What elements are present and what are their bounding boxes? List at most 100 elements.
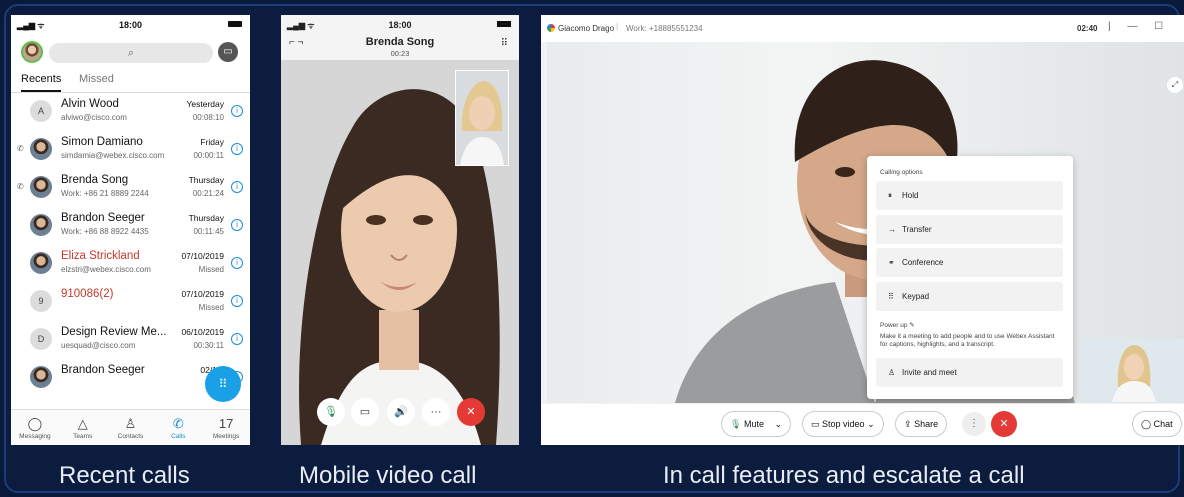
caller-name: Giacomo Drago [558,24,615,33]
call-list-item[interactable]: D Design Review Me... uesquad@cisco.com 06/… [11,321,250,359]
new-message-button[interactable]: ▭ [218,42,238,62]
caption-mobile-video-call: Mobile video call [299,462,477,489]
speaker-button[interactable]: 🔊 [387,398,415,426]
info-icon[interactable]: i [231,105,243,117]
avatar [30,176,52,198]
call-list-item[interactable]: Brandon Seeger Work: +86 88 8922 4435 Thur… [11,207,250,245]
tab-recents[interactable]: Recents [21,73,62,92]
my-avatar[interactable] [21,41,43,63]
call-date: 06/10/2019 [181,327,224,337]
keypad-icon: ⠿ [888,292,894,301]
info-icon[interactable]: i [231,181,243,193]
call-list-item[interactable]: ✆ Simon Damiano simdamia@webex.cisco.com Fr… [11,131,250,169]
stop-video-button[interactable]: ▭ Stop video ⌄ [802,411,884,437]
caption-recent-calls: Recent calls [59,462,190,489]
nav-item-calls[interactable]: ✆ Calls [154,410,202,445]
nav-label: Contacts [117,433,144,440]
nav-icon: 17 [218,416,234,431]
mute-label: Mute [743,419,764,429]
status-bar: ▂▄▆ ᯤ 18:00 [11,15,250,35]
more-options-button[interactable]: ⋮ [962,412,986,436]
info-icon[interactable]: i [231,257,243,269]
search-input[interactable]: ⌕ [49,43,213,63]
person-icon: ♙ [888,368,896,377]
avatar [30,214,52,236]
invite-and-meet-button[interactable]: ♙ Invite and meet [876,358,1063,387]
recents-screen: ▂▄▆ ᯤ 18:00 ⌕ ▭ Recents Missed A Alvin Wo… [11,15,250,445]
chat-button[interactable]: ◯ Chat [1132,411,1182,437]
divider: | [616,22,619,31]
nav-label: Messaging [19,433,51,440]
mute-button[interactable]: 🎙 Mute ⌄ [721,411,792,437]
contact-name: Brenda Song [61,174,129,186]
tab-missed[interactable]: Missed [79,73,114,85]
call-duration: 00:00:11 [193,151,224,160]
mute-button[interactable]: 🎙 [317,398,345,426]
nav-icon: ✆ [172,416,184,431]
nav-item-teams[interactable]: △ Teams [59,410,107,445]
call-indicator-icon: ✆ [17,144,24,153]
nav-item-meetings[interactable]: 17 Meetings [202,410,250,445]
invite-label: Invite and meet [902,368,957,377]
call-date: Thursday [188,175,224,185]
divider: | [1108,21,1111,32]
chevron-down-icon[interactable]: ⌄ [867,419,875,429]
self-view-image [1082,339,1184,402]
call-list-item[interactable]: A Alvin Wood alviwo@cisco.com Yesterday 00:0… [11,93,250,131]
battery-icon [497,21,511,27]
search-icon: ⌕ [127,47,135,59]
contact-name: Brandon Seeger [61,364,145,376]
power-up-description: Make it a meeting to add people and to u… [880,333,1055,348]
dialpad-button[interactable]: ⠿ [205,366,241,402]
call-duration: 00:30:11 [193,341,224,350]
info-icon[interactable]: i [231,295,243,307]
contact-detail: alviwo@cisco.com [61,113,127,122]
end-call-button[interactable]: ✕ [991,411,1017,437]
status-time: 18:00 [118,20,143,30]
call-duration: Missed [198,265,224,274]
call-control-bar: 🎙 Mute ⌄ ▭ Stop video ⌄ ⇪ Share ⋮ ✕ ◯ Ch… [541,404,1184,445]
menu-title: Calling options [880,169,923,176]
arrow-right-icon: → [888,225,896,234]
call-duration: Missed [198,303,224,312]
top-bar: ⌕ ▭ [11,35,250,67]
contact-name: Alvin Wood [61,98,119,110]
close-icon: ✕ [466,406,476,418]
menu-item-label: Keypad [902,292,930,301]
share-button[interactable]: ⇪ Share [895,411,948,437]
minimize-icon[interactable]: — [1127,21,1137,32]
self-view[interactable] [455,70,509,166]
info-icon[interactable]: i [231,219,243,231]
stop-video-label: Stop video [822,419,865,429]
video-button[interactable]: ▭ [351,398,379,426]
nav-item-contacts[interactable]: ♙ Contacts [107,410,155,445]
caller-number: Work: +18885551234 [626,24,703,33]
call-duration: 00:11:45 [193,227,224,236]
nav-item-messaging[interactable]: ◯ Messaging [11,410,59,445]
menu-item-hold[interactable]: ⏸ Hold [876,181,1063,210]
menu-item-conference[interactable]: ⚭ Conference [876,248,1063,277]
call-timer: 02:40 [1077,24,1098,33]
nav-label: Meetings [212,433,240,440]
contact-detail: elzstri@webex.cisco.com [61,265,151,274]
call-list-item[interactable]: 9 910086(2) 07/10/2019 Missed i [11,283,250,321]
call-tabs: Recents Missed [11,67,250,93]
info-icon[interactable]: i [231,143,243,155]
info-icon[interactable]: i [231,333,243,345]
more-button[interactable]: ··· [422,398,450,426]
call-duration: 00:08:10 [192,113,224,122]
share-label: Share [914,419,939,429]
self-view[interactable] [1082,339,1184,402]
maximize-icon[interactable]: ☐ [1154,21,1163,32]
expand-button[interactable]: ⤢ [1167,77,1183,93]
menu-item-transfer[interactable]: → Transfer [876,215,1063,244]
call-list-item[interactable]: Eliza Strickland elzstri@webex.cisco.com 0… [11,245,250,283]
nav-icon: ♙ [124,416,137,431]
more-grid-icon[interactable]: ⠿ [501,38,509,49]
menu-item-keypad[interactable]: ⠿ Keypad [876,282,1063,311]
chevron-down-icon[interactable]: ⌄ [774,419,782,429]
menu-item-label: Hold [902,191,919,200]
more-icon: ··· [430,406,442,418]
end-call-button[interactable]: ✕ [457,398,485,426]
call-list-item[interactable]: ✆ Brenda Song Work: +86 21 8889 2244 Thursd… [11,169,250,207]
